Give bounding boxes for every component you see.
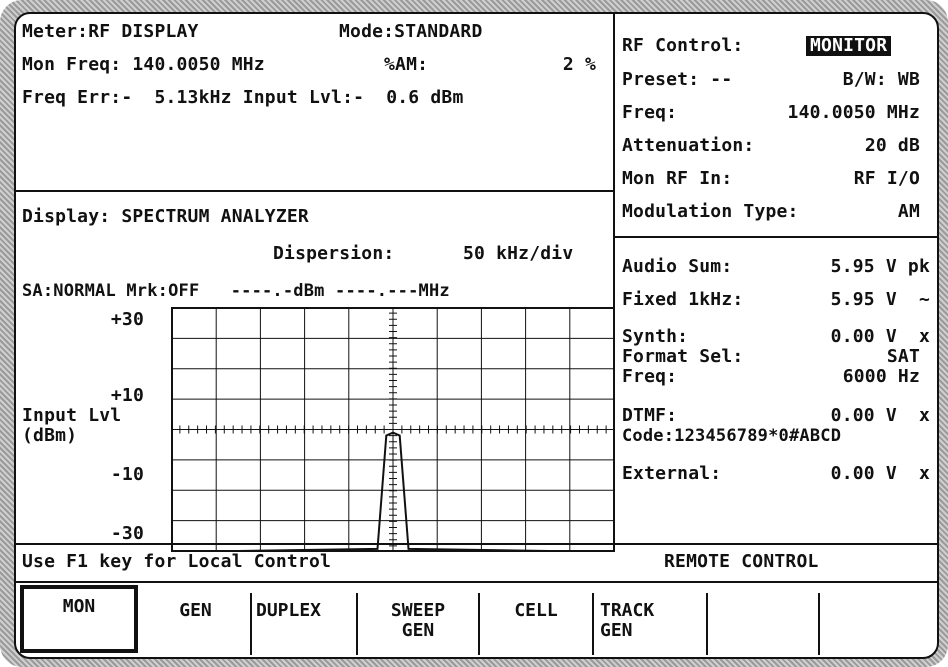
y-tick-label: +10 xyxy=(110,385,144,406)
status-top-divider xyxy=(16,543,937,545)
format-freq-value: 6000 Hz xyxy=(842,366,920,387)
softkey-mon[interactable]: MON xyxy=(20,585,138,653)
remote-control-status: REMOTE CONTROL xyxy=(664,551,819,572)
synth-value: 0.00 V x xyxy=(830,326,930,347)
mode-label: Mode:STANDARD xyxy=(339,21,483,42)
softkey-line1: MON xyxy=(62,596,96,617)
am-label: %AM: xyxy=(384,54,429,75)
external-label: External: xyxy=(622,463,722,484)
format-sel-label: Format Sel: xyxy=(622,346,744,367)
synth-label: Synth: xyxy=(622,326,689,347)
mon-freq: Mon Freq: 140.0050 MHz xyxy=(22,54,265,75)
rf-audio-divider xyxy=(613,236,937,238)
local-control-hint: Use F1 key for Local Control xyxy=(22,551,332,572)
dtmf-value: 0.00 V x xyxy=(830,405,930,426)
format-freq-label: Freq: xyxy=(622,366,678,387)
y-tick-label: +30 xyxy=(110,309,144,330)
softkey-blank-8[interactable] xyxy=(820,593,937,655)
softkey-line1: TRACK xyxy=(600,600,655,621)
softkey-line1: DUPLEX xyxy=(256,600,322,621)
am-value: 2 % xyxy=(562,54,596,75)
meter-label: Meter:RF DISPLAY xyxy=(22,21,199,42)
display-title: Display: SPECTRUM ANALYZER xyxy=(22,206,309,227)
mon-rf-in-value: RF I/O xyxy=(853,168,920,189)
softkey-cell[interactable]: CELL xyxy=(480,593,594,655)
softkey-line1: SWEEP xyxy=(390,600,446,621)
instrument-screen: Meter:RF DISPLAY Mode:STANDARD Mon Freq:… xyxy=(14,12,939,659)
dtmf-label: DTMF: xyxy=(622,405,678,426)
softkey-line2: GEN xyxy=(401,620,435,641)
sa-status: SA:NORMAL Mrk:OFF ----.-dBm ----.---MHz xyxy=(22,281,450,301)
y-tick-label: -10 xyxy=(110,464,144,485)
freq-label: Freq: xyxy=(622,102,678,123)
preset-label: Preset: -- xyxy=(622,69,733,90)
softkey-line2: GEN xyxy=(600,620,633,641)
format-sel-value: SAT xyxy=(886,346,920,367)
spectrum-graph xyxy=(171,307,615,552)
freq-err: Freq Err:- 5.13kHz Input Lvl:- 0.6 dBm xyxy=(22,87,464,108)
modulation-type-value: AM xyxy=(897,201,920,222)
fixed-1khz-label: Fixed 1kHz: xyxy=(622,289,744,310)
vertical-divider xyxy=(613,14,615,543)
y-axis-label: Input Lvl (dBm) xyxy=(22,405,122,446)
y-tick-label: -30 xyxy=(110,523,144,544)
softkey-track-gen[interactable]: TRACK GEN xyxy=(594,593,708,655)
softkey-duplex[interactable]: DUPLEX xyxy=(252,593,358,655)
rf-control-label: RF Control: xyxy=(622,35,744,56)
softkey-line1: GEN xyxy=(179,600,212,621)
dispersion-value: 50 kHz/div xyxy=(463,243,574,264)
attenuation-label: Attenuation: xyxy=(622,135,755,156)
dispersion-label: Dispersion: xyxy=(273,243,395,264)
softkey-gen[interactable]: GEN xyxy=(141,593,252,655)
softkey-sweep-gen[interactable]: SWEEP GEN xyxy=(358,593,480,655)
rf-control-value[interactable]: MONITOR xyxy=(806,36,892,56)
bw-label: B/W: WB xyxy=(842,69,920,90)
modulation-type-label: Modulation Type: xyxy=(622,201,799,222)
freq-value: 140.0050 MHz xyxy=(787,102,920,123)
softkey-top-divider xyxy=(16,581,937,583)
dtmf-code: Code:123456789*0#ABCD xyxy=(622,426,842,446)
audio-sum-label: Audio Sum: xyxy=(622,256,733,277)
mon-rf-in-label: Mon RF In: xyxy=(622,168,733,189)
meter-divider xyxy=(16,190,613,192)
attenuation-value: 20 dB xyxy=(864,135,920,156)
softkey-blank-7[interactable] xyxy=(708,593,820,655)
audio-sum-value: 5.95 V pk xyxy=(830,256,930,277)
external-value: 0.00 V x xyxy=(830,463,930,484)
softkey-line1: CELL xyxy=(514,600,558,621)
fixed-1khz-value: 5.95 V ~ xyxy=(830,289,930,310)
